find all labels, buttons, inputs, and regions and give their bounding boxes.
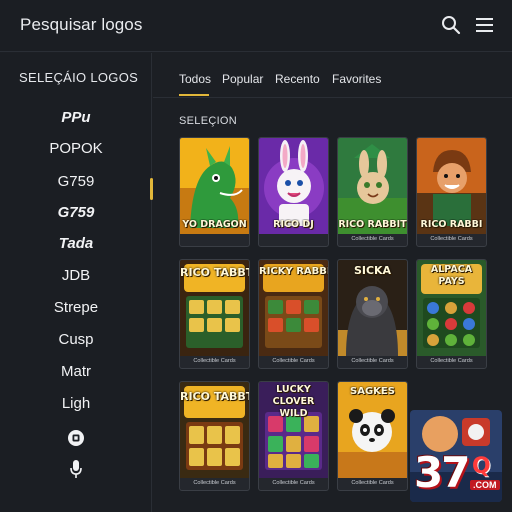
filter-tabs: Todos Popular Recento Favorites xyxy=(153,53,512,98)
sidebar-item-strepe[interactable]: Strepe xyxy=(0,299,152,316)
game-subtitle: Collectible Cards xyxy=(351,358,394,364)
logo-sidebar: SELEÇÁIO LOGOS PPu POPOK G759 G759 Tada … xyxy=(0,53,152,512)
alpaca-pays-thumbnail: ALPACA PAYS xyxy=(417,260,486,356)
game-card-rico-rabbit[interactable]: RICO RABBIT Collectible Cards xyxy=(337,137,408,247)
game-subtitle: Collectible Cards xyxy=(430,358,473,364)
game-card-yo-dragon[interactable]: YO DRAGON xyxy=(179,137,250,247)
game-card-rico-rabbi[interactable]: RICO RABBI Collectible Cards xyxy=(416,137,487,247)
sidebar-item-popok[interactable]: POPOK xyxy=(0,140,152,157)
game-title: RICO DJ xyxy=(273,219,314,230)
game-title: RICO TABBT xyxy=(180,390,249,403)
sagkes-thumbnail: SAGKES xyxy=(338,382,407,478)
badge-letter: Q xyxy=(472,454,491,479)
rico-rabbit-thumbnail: RICO RABBIT xyxy=(338,138,407,234)
game-card-sagkes[interactable]: SAGKES Collectible Cards xyxy=(337,381,408,491)
game-title: SICKA xyxy=(353,264,392,277)
sidebar-item-ligh[interactable]: Ligh xyxy=(0,395,152,412)
game-subtitle: Collectible Cards xyxy=(430,236,473,242)
game-title: LUCKY CLOVER WILD xyxy=(272,384,315,419)
game-title: RICO RABBI xyxy=(420,219,483,230)
sidebar-title: SELEÇÁIO LOGOS xyxy=(19,70,139,85)
search-icon[interactable] xyxy=(440,14,462,36)
sidebar-item-g759-logo[interactable]: G759 xyxy=(0,204,152,221)
ricky-rabbit-thumbnail: RICKY RABBIT xyxy=(259,260,328,356)
rico-tabbt-2-thumbnail: RICO TABBT xyxy=(180,382,249,478)
game-subtitle: Collectible Cards xyxy=(193,358,236,364)
game-card-rico-tabbt[interactable]: RICO TABBT Collectible Cards xyxy=(179,259,250,369)
badge-number: 37 xyxy=(414,448,470,497)
game-card-ricky-rabbit[interactable]: RICKY RABBIT Collectible Cards xyxy=(258,259,329,369)
game-card-lucky-clover-wild[interactable]: LUCKY CLOVER WILD Collectible Cards xyxy=(258,381,329,491)
sidebar-item-ppu[interactable]: PPu xyxy=(0,109,152,126)
rico-tabbt-thumbnail: RICO TABBT xyxy=(180,260,249,356)
page-title: Pesquisar logos xyxy=(20,15,143,34)
badge-domain: .COM xyxy=(470,480,500,490)
sicka-thumbnail: SICKA xyxy=(338,260,407,356)
tab-popular[interactable]: Popular xyxy=(222,72,263,86)
hamburger-menu-icon[interactable] xyxy=(474,14,496,36)
game-card-alpaca-pays[interactable]: ALPACA PAYS Collectible Cards xyxy=(416,259,487,369)
rico-dj-thumbnail: RICO DJ xyxy=(259,138,328,234)
game-subtitle: Collectible Cards xyxy=(351,480,394,486)
game-card-sicka[interactable]: SICKA Collectible Cards xyxy=(337,259,408,369)
tab-todos[interactable]: Todos xyxy=(179,72,211,86)
active-tab-underline xyxy=(179,94,209,96)
square-circle-icon[interactable] xyxy=(67,429,85,447)
game-title: ALPACA PAYS xyxy=(430,264,473,287)
tab-favorites[interactable]: Favorites xyxy=(332,72,381,86)
game-title: RICKY RABBIT xyxy=(259,266,328,277)
rico-rabbi-thumbnail: RICO RABBI xyxy=(417,138,486,234)
yo-dragon-thumbnail: YO DRAGON xyxy=(180,138,249,234)
game-subtitle: Collectible Cards xyxy=(351,236,394,242)
sidebar-item-matr[interactable]: Matr xyxy=(0,363,152,380)
37q-brand-badge[interactable]: 37 Q .COM xyxy=(410,410,502,502)
sidebar-item-tada[interactable]: Tada xyxy=(0,235,152,252)
section-title: SELEÇION xyxy=(179,115,238,127)
microphone-icon[interactable] xyxy=(69,459,83,479)
lucky-clover-wild-thumbnail: LUCKY CLOVER WILD xyxy=(259,382,328,478)
game-subtitle: Collectible Cards xyxy=(272,480,315,486)
sidebar-item-jdb[interactable]: JDB xyxy=(0,267,152,284)
game-subtitle: Collectible Cards xyxy=(272,358,315,364)
game-subtitle: Collectible Cards xyxy=(193,480,236,486)
sidebar-item-g759[interactable]: G759 xyxy=(0,173,152,190)
tab-recento[interactable]: Recento xyxy=(275,72,320,86)
game-title: SAGKES xyxy=(350,386,395,397)
game-card-rico-dj[interactable]: RICO DJ xyxy=(258,137,329,247)
top-bar: Pesquisar logos xyxy=(0,0,512,52)
game-card-rico-tabbt-2[interactable]: RICO TABBT Collectible Cards xyxy=(179,381,250,491)
sidebar-item-cusp[interactable]: Cusp xyxy=(0,331,152,348)
game-title: YO DRAGON xyxy=(182,219,247,230)
game-title: RICO TABBT xyxy=(180,266,249,279)
game-title: RICO RABBIT xyxy=(338,219,407,230)
